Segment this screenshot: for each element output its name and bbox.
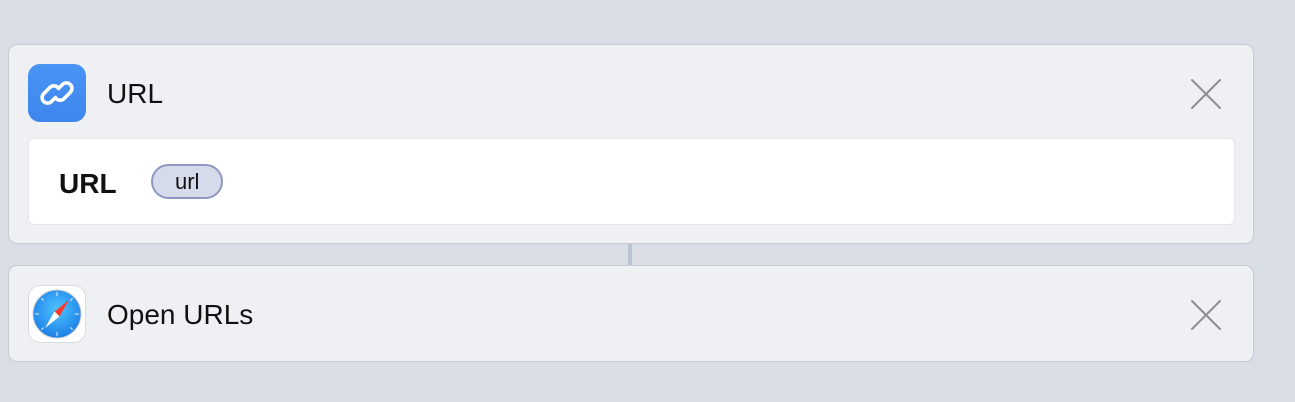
safari-compass-icon [28,285,86,343]
action-connector-line [628,244,632,265]
open-urls-action-title: Open URLs [107,299,254,330]
close-open-urls-action-button[interactable] [1189,298,1223,332]
close-icon [1191,300,1221,330]
open-urls-action-card[interactable]: Open URLs [8,265,1254,362]
close-icon [1191,79,1221,109]
url-action-card[interactable]: URL URL url [8,44,1254,244]
close-url-action-button[interactable] [1189,77,1223,111]
url-parameter-row[interactable]: URL url [28,138,1235,225]
url-parameter-label: URL [59,168,117,199]
url-variable-token[interactable]: url [151,164,224,199]
url-action-title: URL [107,78,164,109]
open-urls-action-header: Open URLs [9,266,1253,362]
url-action-header: URL [9,45,1253,141]
link-icon [28,64,86,122]
